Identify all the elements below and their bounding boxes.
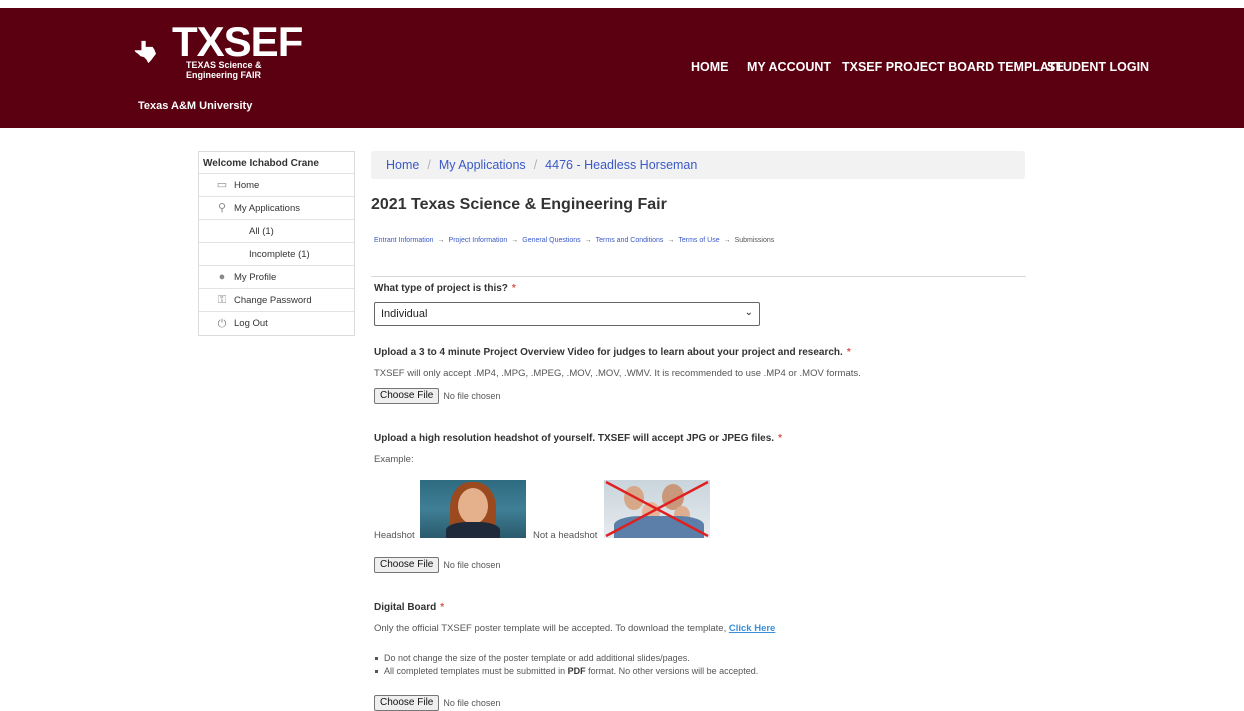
- step-terms-and-conditions[interactable]: Terms and Conditions: [596, 237, 664, 244]
- required-marker: *: [846, 347, 851, 358]
- arrow-right-icon: →: [723, 237, 731, 244]
- arrow-right-icon: →: [584, 237, 592, 244]
- sidebar-item-label: Log Out: [234, 318, 268, 329]
- video-upload-label: Upload a 3 to 4 minute Project Overview …: [374, 347, 851, 358]
- video-file-input[interactable]: Choose File No file chosen: [374, 388, 500, 404]
- project-type-label: What type of project is this? *: [374, 283, 516, 294]
- applications-icon: ⚲: [217, 202, 227, 214]
- list-item: All completed templates must be submitte…: [374, 665, 759, 678]
- sidebar-item-label: All (1): [249, 225, 274, 237]
- sidebar-item-log-out[interactable]: ⏻ Log Out: [199, 312, 354, 335]
- video-upload-help: TXSEF will only accept .MP4, .MPG, .MPEG…: [374, 368, 861, 379]
- step-navigation: Entrant Information → Project Information →…: [374, 237, 774, 244]
- file-status: No file chosen: [443, 560, 501, 570]
- board-rules-list: Do not change the size of the poster tem…: [374, 652, 759, 678]
- breadcrumb-separator: /: [533, 158, 538, 172]
- step-entrant-information[interactable]: Entrant Information: [374, 237, 434, 244]
- step-project-information[interactable]: Project Information: [449, 237, 508, 244]
- headshot-example-image: [420, 480, 526, 538]
- video-upload-label-text: Upload a 3 to 4 minute Project Overview …: [374, 347, 843, 358]
- not-headshot-example-image: [604, 480, 710, 538]
- cross-out-icon: [605, 480, 709, 538]
- sidebar-welcome: Welcome Ichabod Crane: [199, 152, 354, 174]
- breadcrumb-home[interactable]: Home: [386, 158, 419, 172]
- digital-board-file-input[interactable]: Choose File No file chosen: [374, 695, 500, 711]
- sidebar-item-my-applications[interactable]: ⚲ My Applications: [199, 197, 354, 220]
- required-marker: *: [440, 602, 445, 613]
- chevron-down-icon: ⌄: [744, 307, 753, 318]
- logo-text[interactable]: TXSEF: [172, 20, 303, 64]
- breadcrumb-my-applications[interactable]: My Applications: [439, 158, 526, 172]
- sidebar-item-my-profile[interactable]: ● My Profile: [199, 266, 354, 289]
- breadcrumb-current[interactable]: 4476 - Headless Horseman: [545, 158, 697, 172]
- digital-board-label: Digital Board *: [374, 602, 444, 613]
- headshot-upload-label: Upload a high resolution headshot of you…: [374, 433, 782, 444]
- page-title: 2021 Texas Science & Engineering Fair: [371, 196, 667, 213]
- arrow-right-icon: →: [511, 237, 519, 244]
- required-marker: *: [778, 433, 782, 444]
- file-status: No file chosen: [443, 698, 501, 708]
- nav-student-login[interactable]: STUDENT LOGIN: [1047, 60, 1149, 74]
- divider: [371, 276, 1026, 277]
- rule-text: All completed templates must be submitte…: [384, 666, 566, 676]
- step-submissions: Submissions: [734, 237, 775, 244]
- sidebar-item-all[interactable]: All (1): [199, 220, 354, 243]
- sidebar: Welcome Ichabod Crane ▭ Home ⚲ My Applic…: [198, 151, 355, 336]
- digital-board-help: Only the official TXSEF poster template …: [374, 623, 775, 634]
- choose-file-button[interactable]: Choose File: [374, 695, 440, 711]
- sidebar-item-incomplete[interactable]: Incomplete (1): [199, 243, 354, 266]
- arrow-right-icon: →: [667, 237, 675, 244]
- rule-format: PDF: [567, 666, 586, 676]
- nav-project-board-template[interactable]: TXSEF PROJECT BOARD TEMPLATE: [842, 60, 1064, 74]
- rule-text: format. No other versions will be accept…: [588, 666, 759, 676]
- nav-my-account[interactable]: MY ACCOUNT: [747, 60, 831, 74]
- file-status: No file chosen: [443, 391, 501, 401]
- step-terms-of-use[interactable]: Terms of Use: [678, 237, 719, 244]
- breadcrumb-separator: /: [427, 158, 431, 172]
- university-name: Texas A&M University: [138, 100, 253, 112]
- breadcrumb: Home / My Applications / 4476 - Headless Hor…: [371, 151, 1025, 179]
- sidebar-item-label: Incomplete (1): [249, 248, 310, 260]
- key-icon: ⚿: [217, 294, 227, 306]
- digital-board-help-text: Only the official TXSEF poster template …: [374, 623, 727, 634]
- sidebar-item-change-password[interactable]: ⚿ Change Password: [199, 289, 354, 312]
- sidebar-item-label: My Profile: [234, 271, 277, 283]
- sidebar-item-home[interactable]: ▭ Home: [199, 174, 354, 197]
- profile-icon: ●: [218, 271, 226, 283]
- template-download-link[interactable]: Click Here: [729, 623, 775, 634]
- headshot-file-input[interactable]: Choose File No file chosen: [374, 557, 500, 573]
- choose-file-button[interactable]: Choose File: [374, 557, 440, 573]
- project-type-value: Individual: [381, 308, 428, 320]
- digital-board-label-text: Digital Board: [374, 602, 437, 613]
- step-general-questions[interactable]: General Questions: [522, 237, 580, 244]
- main-nav: HOME MY ACCOUNT TXSEF PROJECT BOARD TEMP…: [0, 60, 1244, 80]
- site-header: TXSEF TEXAS Science & Engineering FAIR T…: [0, 8, 1244, 128]
- home-icon: ▭: [216, 179, 228, 191]
- sidebar-item-label: Change Password: [234, 294, 312, 306]
- project-type-select[interactable]: Individual ⌄: [374, 302, 760, 326]
- choose-file-button[interactable]: Choose File: [374, 388, 440, 404]
- sidebar-item-label: Home: [234, 179, 260, 191]
- headshot-caption: Headshot: [374, 530, 415, 541]
- example-label: Example:: [374, 454, 414, 465]
- required-marker: *: [511, 283, 516, 294]
- sidebar-item-label: My Applications: [234, 202, 301, 214]
- nav-home[interactable]: HOME: [691, 60, 729, 74]
- project-type-label-text: What type of project is this?: [374, 283, 508, 294]
- list-item: Do not change the size of the poster tem…: [374, 652, 758, 665]
- headshot-upload-label-text: Upload a high resolution headshot of you…: [374, 433, 775, 444]
- not-headshot-caption: Not a headshot: [533, 530, 598, 541]
- power-icon: ⏻: [217, 317, 227, 330]
- arrow-right-icon: →: [437, 237, 445, 244]
